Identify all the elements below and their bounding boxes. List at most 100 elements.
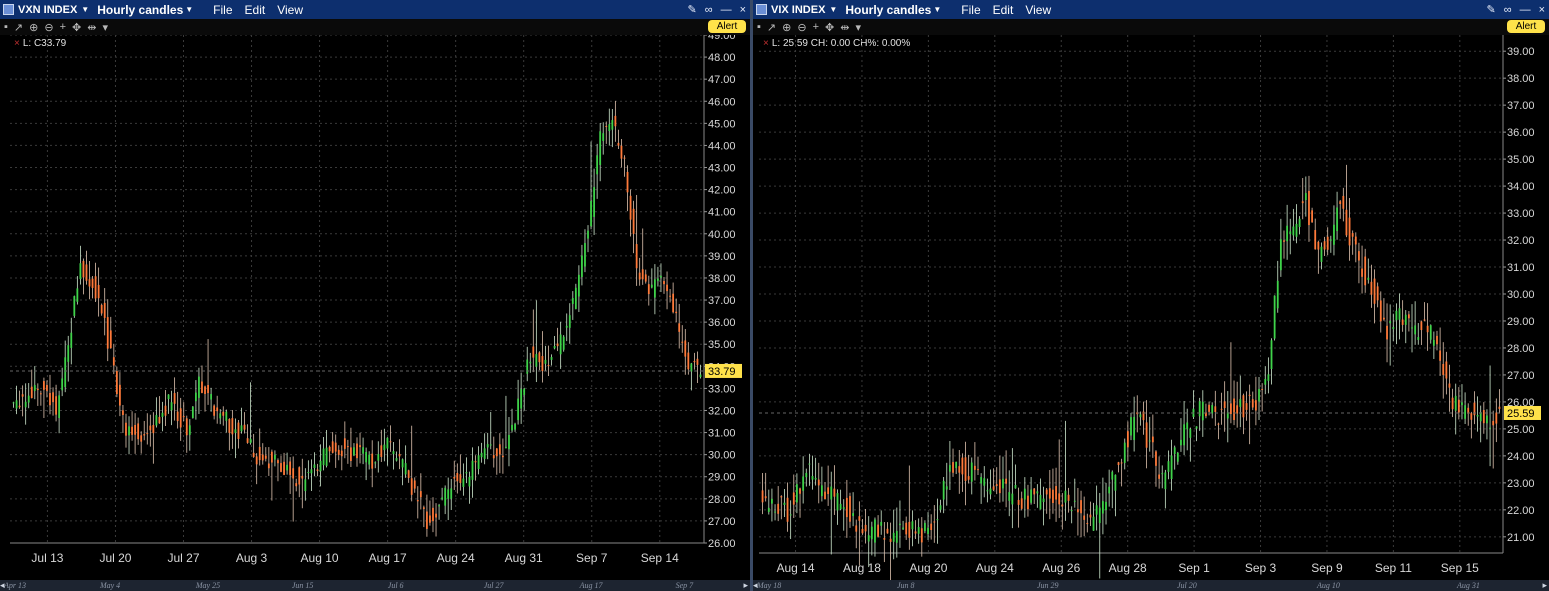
candle-body: [1170, 455, 1173, 480]
link-icon[interactable]: ∞: [705, 4, 713, 16]
vxn-history-scrollbar[interactable]: Apr 13 May 4 May 25 Jun 15 Jul 6 Jul 27 Aug 17…: [0, 580, 750, 591]
menu-edit[interactable]: Edit: [245, 3, 266, 17]
scroll-right-icon[interactable]: ▸: [743, 580, 748, 591]
candle-body: [870, 526, 873, 540]
candle-body: [398, 453, 401, 457]
link-icon[interactable]: ∞: [1504, 4, 1512, 16]
close-icon[interactable]: ×: [740, 4, 746, 16]
menu-view[interactable]: View: [277, 3, 303, 17]
candle-body: [201, 381, 203, 393]
x-tick-label: Sep 9: [1311, 561, 1343, 575]
candle-body: [1155, 451, 1157, 466]
candle-body: [1354, 236, 1357, 245]
candle-body: [550, 357, 553, 360]
candle-body: [808, 463, 811, 465]
save-icon[interactable]: ▪: [4, 21, 8, 33]
draw-icon[interactable]: ↗: [14, 21, 23, 34]
candle-body: [820, 485, 823, 497]
y-tick-label: 32.00: [708, 405, 736, 417]
pan-icon[interactable]: ✥: [825, 21, 834, 34]
x-tick-label: Aug 17: [369, 551, 407, 565]
menu-file[interactable]: File: [213, 3, 232, 17]
candle-body: [577, 274, 580, 297]
candle-body: [1289, 231, 1292, 235]
candle-body: [1251, 399, 1254, 408]
candle-body: [447, 489, 450, 499]
candle-body: [1264, 378, 1267, 385]
crosshair-icon[interactable]: +: [813, 21, 819, 33]
chevron-down-icon[interactable]: ▾: [102, 21, 108, 34]
wrench-icon[interactable]: ✎: [1487, 3, 1496, 16]
chevron-down-icon[interactable]: ▾: [855, 21, 861, 34]
history-date-label: May 4: [99, 581, 121, 590]
scroll-left-icon[interactable]: ◂: [0, 580, 5, 591]
chevron-down-icon[interactable]: ▼: [81, 5, 89, 14]
chevron-down-icon[interactable]: ▼: [829, 5, 837, 14]
draw-icon[interactable]: ↗: [767, 21, 776, 34]
scroll-left-icon[interactable]: ◂: [753, 580, 758, 591]
candle-body: [961, 457, 964, 475]
candle-body: [669, 295, 671, 297]
history-date-label: Jul 27: [483, 581, 504, 590]
zoom-in-icon[interactable]: ⊕: [29, 21, 38, 34]
candle-body: [109, 330, 112, 349]
menu-edit[interactable]: Edit: [993, 3, 1014, 17]
vxn-alert-button[interactable]: Alert: [708, 20, 746, 33]
x-tick-label: Aug 10: [301, 551, 339, 565]
candle-body: [936, 519, 939, 521]
history-date-label: May 25: [195, 581, 221, 590]
minimize-icon[interactable]: —: [1520, 4, 1531, 16]
pan-icon[interactable]: ✥: [72, 21, 81, 34]
candle-body: [207, 385, 209, 394]
candle-body: [777, 503, 780, 514]
candle-body: [225, 411, 228, 421]
vxn-symbol[interactable]: VXN INDEX: [18, 4, 77, 16]
minimize-icon[interactable]: —: [721, 4, 732, 16]
zoom-out-icon[interactable]: ⊖: [797, 21, 806, 34]
candle-body: [1361, 268, 1363, 277]
fit-icon[interactable]: ⇹: [87, 21, 96, 34]
close-icon[interactable]: ×: [1539, 4, 1545, 16]
chevron-down-icon[interactable]: ▼: [933, 5, 941, 14]
candle-body: [49, 392, 51, 406]
candle-body: [1342, 195, 1345, 209]
chevron-down-icon[interactable]: ▼: [185, 5, 193, 14]
wrench-icon[interactable]: ✎: [688, 3, 697, 16]
zoom-in-icon[interactable]: ⊕: [782, 21, 791, 34]
vix-history-scrollbar[interactable]: May 18 Jun 8 Jun 29 Jul 20 Aug 10 Aug 31 ◂ ▸: [753, 580, 1549, 591]
candle-body: [650, 284, 653, 288]
vxn-candle-chart[interactable]: Jul 13 Jul 20 Jul 27 Aug 3 Aug 10 Aug 17 Aug 2…: [0, 35, 750, 580]
candle-body: [1445, 361, 1448, 379]
candle-body: [1198, 401, 1201, 417]
vix-alert-button[interactable]: Alert: [1507, 20, 1545, 33]
candle-body: [1376, 286, 1379, 301]
scroll-right-icon[interactable]: ▸: [1542, 580, 1547, 591]
vix-interval-selector[interactable]: Hourly candles: [845, 3, 931, 17]
candle-body: [799, 488, 801, 494]
candle-body: [958, 466, 961, 473]
candle-body: [1379, 300, 1382, 322]
candle-body: [855, 525, 858, 532]
candle-body: [1329, 239, 1332, 241]
menu-file[interactable]: File: [961, 3, 980, 17]
crosshair-icon[interactable]: +: [60, 21, 66, 33]
candle-body: [547, 365, 550, 367]
candle-body: [1495, 412, 1498, 424]
save-icon[interactable]: ▪: [757, 21, 761, 33]
candle-body: [783, 502, 786, 505]
candle-body: [1111, 471, 1114, 480]
menu-view[interactable]: View: [1025, 3, 1051, 17]
y-tick-label: 24.00: [1507, 451, 1535, 463]
vix-candle-chart[interactable]: Aug 14 Aug 18 Aug 20 Aug 24 Aug 26 Aug 28 Sep …: [753, 35, 1549, 580]
vxn-interval-selector[interactable]: Hourly candles: [97, 3, 183, 17]
candle-body: [1383, 317, 1385, 320]
candle-body: [1070, 510, 1073, 512]
candle-body: [635, 244, 638, 269]
candle-body: [450, 488, 453, 499]
candle-body: [892, 532, 895, 542]
candle-body: [486, 444, 489, 448]
candle-body: [362, 447, 364, 454]
vix-symbol[interactable]: VIX INDEX: [771, 4, 825, 16]
fit-icon[interactable]: ⇹: [840, 21, 849, 34]
zoom-out-icon[interactable]: ⊖: [44, 21, 53, 34]
